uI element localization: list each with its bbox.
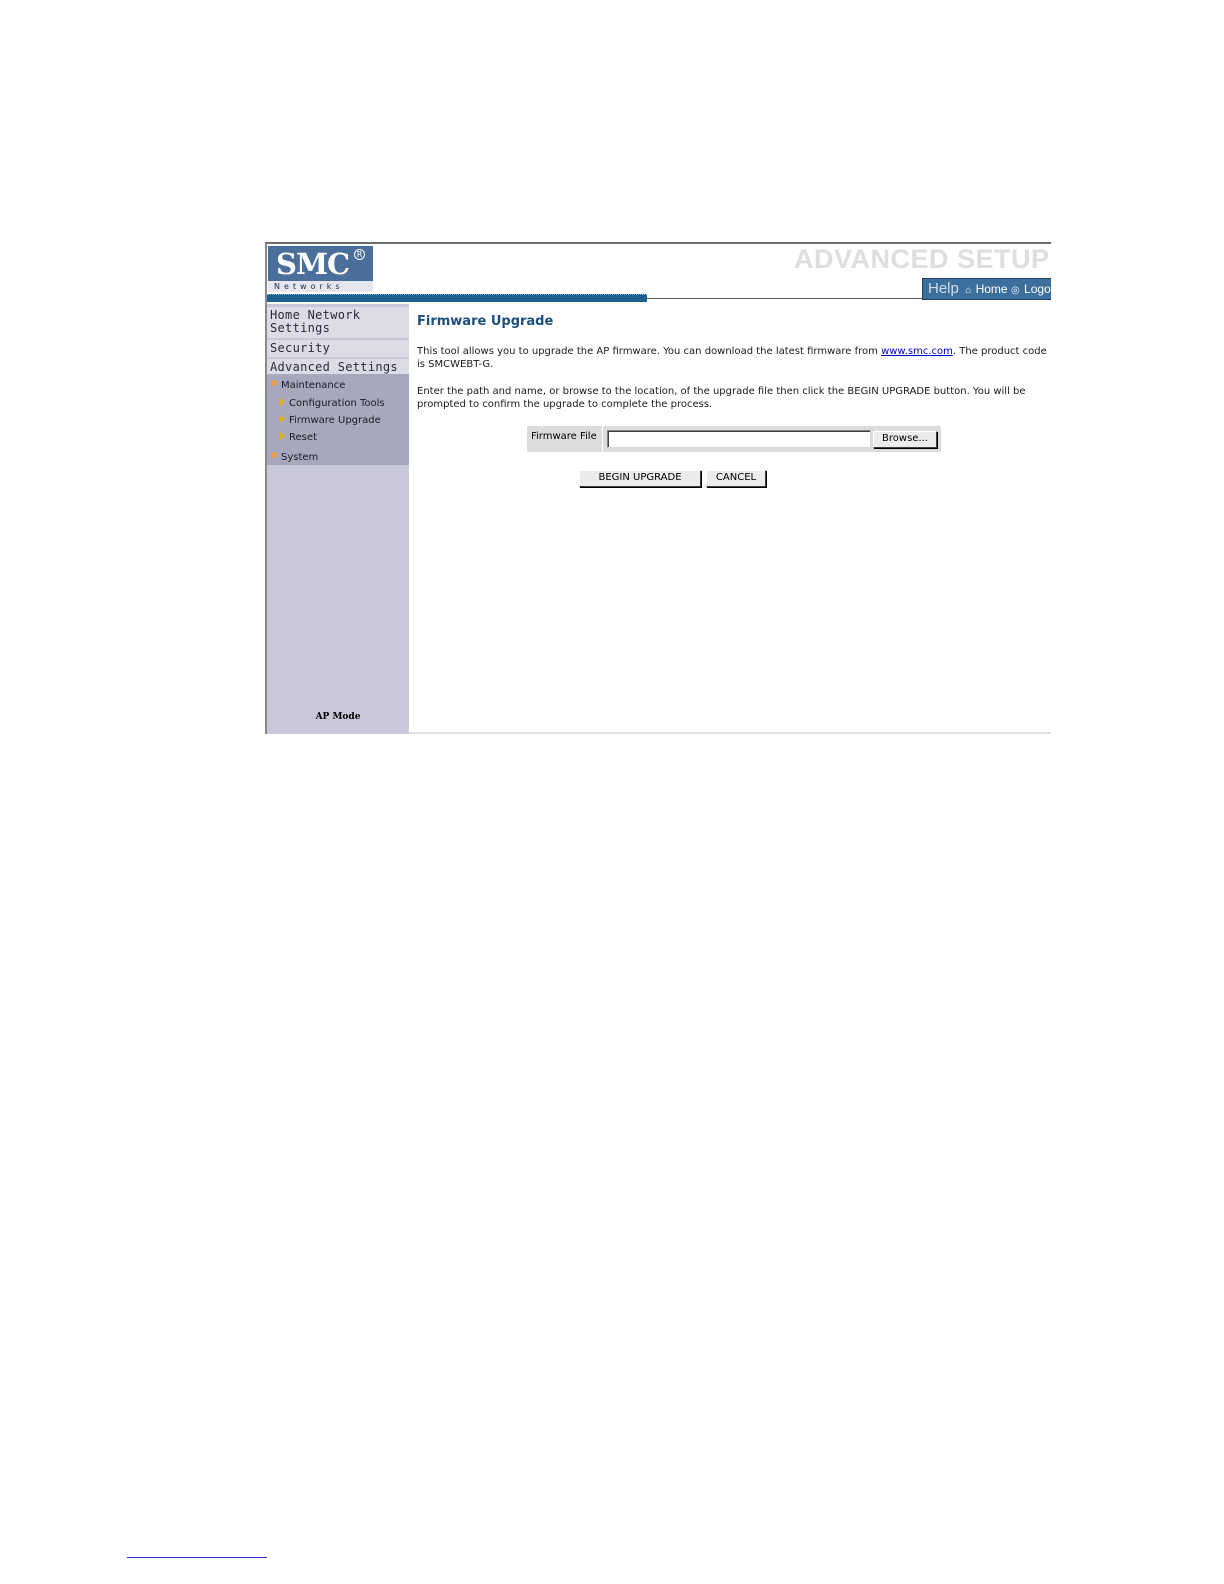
bullet-icon — [271, 452, 277, 458]
sidebar-item-label: Configuration Tools — [289, 398, 385, 409]
logo-brand: SMC — [276, 247, 350, 281]
intro-paragraph: This tool allows you to upgrade the AP f… — [417, 345, 1047, 371]
logo-subtitle: Networks — [268, 281, 373, 292]
help-link[interactable]: Help — [928, 280, 959, 297]
footer-rule — [127, 1557, 267, 1558]
registered-icon: R — [354, 249, 365, 260]
logout-icon: ◎ — [1010, 285, 1020, 296]
arrow-right-icon — [280, 432, 285, 440]
bullet-icon — [271, 380, 277, 386]
mode-label: AP Mode — [315, 712, 361, 722]
sidebar-item-firmware-upgrade[interactable]: Firmware Upgrade — [280, 415, 381, 426]
sidebar-item-system[interactable]: System — [271, 452, 318, 463]
arrow-right-icon — [280, 398, 285, 406]
page-title: Firmware Upgrade — [417, 314, 554, 329]
intro-text: This tool allows you to upgrade the AP f… — [417, 346, 882, 357]
home-link[interactable]: Home — [976, 282, 1008, 296]
sidebar-item-label: Maintenance — [281, 380, 346, 391]
sidebar-item-label: Reset — [289, 432, 317, 443]
top-links: Help ⌂ Home ◎ Logout — [922, 278, 1051, 300]
sidebar-item-label: Firmware Upgrade — [289, 415, 381, 426]
instructions-paragraph: Enter the path and name, or browse to th… — [417, 386, 1026, 410]
firmware-file-label: Firmware File — [527, 426, 602, 452]
home-icon: ⌂ — [965, 285, 972, 296]
sidebar-subpanel: Maintenance Configuration Tools Firmware… — [267, 374, 409, 465]
bottom-divider — [409, 732, 1051, 734]
smc-website-link[interactable]: www.smc.com — [881, 346, 953, 357]
router-admin-screenshot: SMC R Networks ADVANCED SETUP Help ⌂ Hom… — [265, 242, 1051, 734]
sidebar-item-home-network-settings[interactable]: Home Network Settings — [267, 307, 409, 338]
sidebar-item-label: System — [281, 452, 319, 463]
arrow-right-icon — [280, 415, 285, 423]
sidebar-item-reset[interactable]: Reset — [280, 432, 317, 443]
sidebar-item-maintenance[interactable]: Maintenance — [271, 380, 345, 391]
browse-button[interactable]: Browse... — [873, 431, 937, 448]
sidebar: Home Network Settings Security Advanced … — [267, 304, 409, 734]
sidebar-item-security[interactable]: Security — [267, 340, 409, 357]
smc-logo: SMC R Networks — [268, 246, 373, 292]
begin-upgrade-button[interactable]: BEGIN UPGRADE — [579, 470, 701, 487]
firmware-file-input[interactable] — [607, 430, 871, 448]
page-banner-title: ADVANCED SETUP — [794, 244, 1050, 274]
cancel-button[interactable]: CANCEL — [706, 470, 766, 487]
sidebar-item-configuration-tools[interactable]: Configuration Tools — [280, 398, 385, 409]
header-accent-bar — [267, 294, 647, 302]
logout-link[interactable]: Logout — [1024, 282, 1051, 296]
